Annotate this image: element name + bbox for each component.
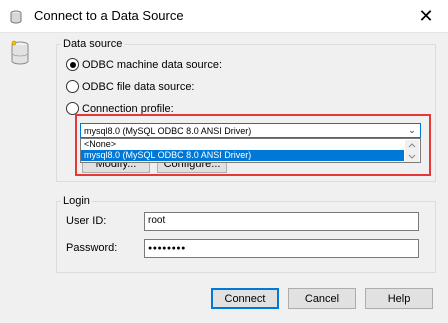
close-button[interactable]: ✕ — [404, 0, 448, 32]
radio-button-checked[interactable] — [66, 58, 79, 71]
radio-label-machine: ODBC machine data source: — [82, 58, 223, 71]
password-label: Password: — [66, 242, 118, 254]
window-title: Connect to a Data Source — [34, 8, 184, 23]
help-button[interactable]: Help — [365, 288, 433, 309]
title-bar: Connect to a Data Source ✕ — [0, 0, 448, 32]
radio-file-data-source[interactable]: ODBC file data source: — [66, 80, 195, 93]
radio-label-profile: Connection profile: — [82, 102, 174, 115]
radio-label-file: ODBC file data source: — [82, 80, 195, 93]
data-source-group-label: Data source — [61, 38, 125, 50]
close-icon: ✕ — [418, 5, 434, 26]
database-icon — [10, 10, 22, 24]
user-id-field[interactable]: root — [144, 212, 419, 231]
password-field[interactable]: ●●●●●●●● — [144, 239, 419, 258]
database-cylinder-icon — [11, 40, 29, 65]
radio-button[interactable] — [66, 80, 79, 93]
radio-machine-data-source[interactable]: ODBC machine data source: — [66, 58, 222, 71]
highlight-box — [75, 114, 431, 176]
login-group-label: Login — [61, 195, 92, 207]
connect-button[interactable]: Connect — [211, 288, 279, 309]
cancel-button[interactable]: Cancel — [288, 288, 356, 309]
user-id-label: User ID: — [66, 215, 107, 227]
